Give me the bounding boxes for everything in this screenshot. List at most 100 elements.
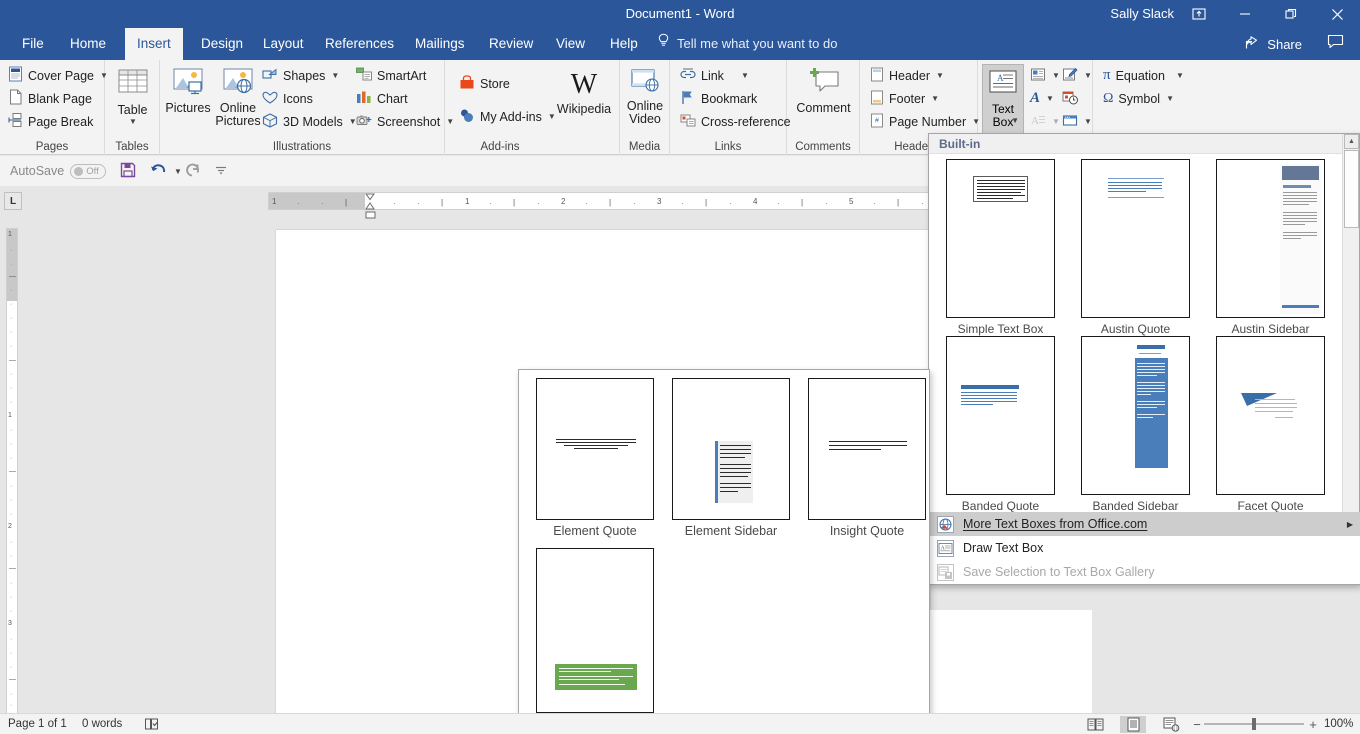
autosave-switch[interactable]: Off <box>70 164 106 179</box>
blank-page-button[interactable]: Blank Page <box>4 87 96 110</box>
minimize-icon[interactable] <box>1222 0 1268 28</box>
shapes-button[interactable]: Shapes ▼ <box>258 64 343 87</box>
close-icon[interactable] <box>1314 0 1360 28</box>
cover-page-button[interactable]: Cover Page ▼ <box>4 64 112 87</box>
tell-me-search[interactable]: Tell me what you want to do <box>653 28 837 60</box>
menu-item-label: More Text Boxes from Office.com <box>963 517 1147 531</box>
quick-parts-button[interactable]: ▼ <box>1028 64 1062 87</box>
online-pictures-button[interactable]: Online Pictures <box>213 64 263 136</box>
autosave-label: AutoSave <box>10 164 64 178</box>
read-mode-icon[interactable] <box>1082 716 1108 733</box>
tab-view[interactable]: View <box>544 28 597 60</box>
tab-stop-selector[interactable]: L <box>4 192 22 210</box>
tab-mailings[interactable]: Mailings <box>403 28 477 60</box>
icons-button[interactable]: Icons <box>258 87 317 110</box>
object-button[interactable]: ▼ <box>1060 110 1094 133</box>
gallery-thumbnail <box>1216 159 1325 318</box>
tab-file[interactable]: File <box>10 28 56 60</box>
gallery-scroll-thumb[interactable] <box>1344 150 1359 228</box>
table-button[interactable]: Table ▼ <box>107 64 158 136</box>
3d-models-button[interactable]: 3D Models ▼ <box>258 110 361 133</box>
page-break-button[interactable]: Page Break <box>4 110 97 133</box>
share-icon <box>1245 36 1261 53</box>
autosave-knob <box>74 167 83 176</box>
gallery-item-austin-quote[interactable]: Austin Quote <box>1072 159 1199 336</box>
chevron-down-icon: ▼ <box>936 71 944 80</box>
header-button[interactable]: Header ▼ <box>866 64 948 87</box>
menu-item-draw-text-box[interactable]: A Draw Text Box <box>929 536 1360 560</box>
autosave-toggle[interactable]: AutoSave Off <box>10 156 106 186</box>
page-indicator[interactable]: Page 1 of 1 <box>8 714 67 734</box>
tab-home[interactable]: Home <box>58 28 118 60</box>
smartart-button[interactable]: SmartArt <box>352 64 430 87</box>
redo-button[interactable] <box>184 156 201 186</box>
account-name[interactable]: Sally Slack <box>1110 0 1174 28</box>
gallery-scrollbar[interactable]: ▲ ▼ <box>1342 134 1359 540</box>
footer-button[interactable]: Footer ▼ <box>866 87 943 110</box>
scroll-up-arrow-icon[interactable]: ▲ <box>1344 134 1359 149</box>
preview-item-insight-quote[interactable]: Insight Quote <box>799 378 935 538</box>
cover-page-label: Cover Page <box>28 69 94 83</box>
restore-icon[interactable] <box>1268 0 1314 28</box>
new-comment-icon <box>807 68 841 99</box>
share-button[interactable]: Share <box>1245 28 1302 60</box>
drop-cap-button[interactable]: A ▼ <box>1028 110 1062 133</box>
undo-button[interactable]: ▼ <box>150 156 182 186</box>
date-time-button[interactable] <box>1060 87 1080 110</box>
gallery-section-header: Built-in <box>929 134 1343 154</box>
text-box-icon: A <box>988 70 1018 101</box>
page-number-button[interactable]: # Page Number ▼ <box>866 110 984 133</box>
ribbon-group-tables: Table ▼ Tables <box>105 60 160 155</box>
tab-references[interactable]: References <box>313 28 406 60</box>
zoom-out-button[interactable]: − <box>1190 714 1204 734</box>
gallery-item-banded-sidebar[interactable]: Banded Sidebar <box>1072 336 1199 513</box>
wordart-button[interactable]: A ▼ <box>1028 87 1056 110</box>
gallery-item-facet-quote[interactable]: Facet Quote <box>1207 336 1334 513</box>
web-layout-icon[interactable] <box>1158 716 1184 733</box>
tab-help[interactable]: Help <box>598 28 650 60</box>
signature-line-button[interactable]: ▼ <box>1060 64 1094 87</box>
customize-qat-button[interactable] <box>214 156 228 186</box>
tab-design[interactable]: Design <box>189 28 255 60</box>
vertical-ruler[interactable]: 1 · · — · · · · · — · · · 1 · · · — · · … <box>6 228 18 718</box>
wordart-icon: A <box>1030 91 1040 106</box>
pictures-button[interactable]: Pictures <box>164 64 212 136</box>
left-indent-marker[interactable] <box>365 206 376 224</box>
chevron-down-icon[interactable]: ▼ <box>174 167 182 176</box>
ribbon-display-options-icon[interactable] <box>1176 0 1222 28</box>
save-button[interactable] <box>120 156 136 186</box>
print-layout-icon[interactable] <box>1120 716 1146 733</box>
3d-models-icon <box>262 113 278 131</box>
word-count[interactable]: 0 words <box>82 714 122 734</box>
link-button[interactable]: Link ▼ <box>676 64 753 87</box>
zoom-slider[interactable] <box>1204 723 1304 725</box>
horizontal-ruler[interactable]: 1 1 2 3 4 5 · · | · · | · | · · | · · | … <box>268 192 940 210</box>
tab-layout[interactable]: Layout <box>251 28 316 60</box>
preview-item-insight-sidebar[interactable]: Insight Sidebar <box>527 548 663 731</box>
zoom-slider-handle[interactable] <box>1252 718 1256 730</box>
gallery-item-banded-quote[interactable]: Banded Quote <box>937 336 1064 513</box>
equation-button[interactable]: π Equation ▼ <box>1099 64 1188 87</box>
cross-reference-button[interactable]: Cross-reference <box>676 110 795 133</box>
wikipedia-button[interactable]: W Wikipedia <box>553 66 615 136</box>
proofing-errors-icon[interactable] <box>144 717 160 734</box>
symbol-button[interactable]: Ω Symbol ▼ <box>1099 87 1178 110</box>
screenshot-button[interactable]: Screenshot ▼ <box>352 110 458 133</box>
gallery-item-austin-sidebar[interactable]: Austin Sidebar <box>1207 159 1334 336</box>
text-box-button[interactable]: A Text Box ▼ <box>982 64 1024 136</box>
store-button[interactable]: Store <box>455 72 514 95</box>
preview-item-element-sidebar[interactable]: Element Sidebar <box>663 378 799 538</box>
online-video-button[interactable]: Online Video <box>622 64 668 136</box>
zoom-in-button[interactable]: + <box>1306 714 1320 734</box>
zoom-level[interactable]: 100% <box>1324 714 1353 734</box>
bookmark-button[interactable]: Bookmark <box>676 87 761 110</box>
chart-button[interactable]: Chart <box>352 87 412 110</box>
comments-button[interactable] <box>1327 28 1344 60</box>
preview-item-element-quote[interactable]: Element Quote <box>527 378 663 538</box>
new-comment-button[interactable]: Comment <box>789 64 858 136</box>
tab-insert[interactable]: Insert <box>125 28 183 60</box>
tab-review[interactable]: Review <box>477 28 545 60</box>
gallery-item-simple-text-box[interactable]: Simple Text Box <box>937 159 1064 336</box>
menu-item-more-text-boxes[interactable]: More Text Boxes from Office.com ▶ <box>929 512 1360 536</box>
my-addins-button[interactable]: My Add-ins ▼ <box>455 105 560 128</box>
